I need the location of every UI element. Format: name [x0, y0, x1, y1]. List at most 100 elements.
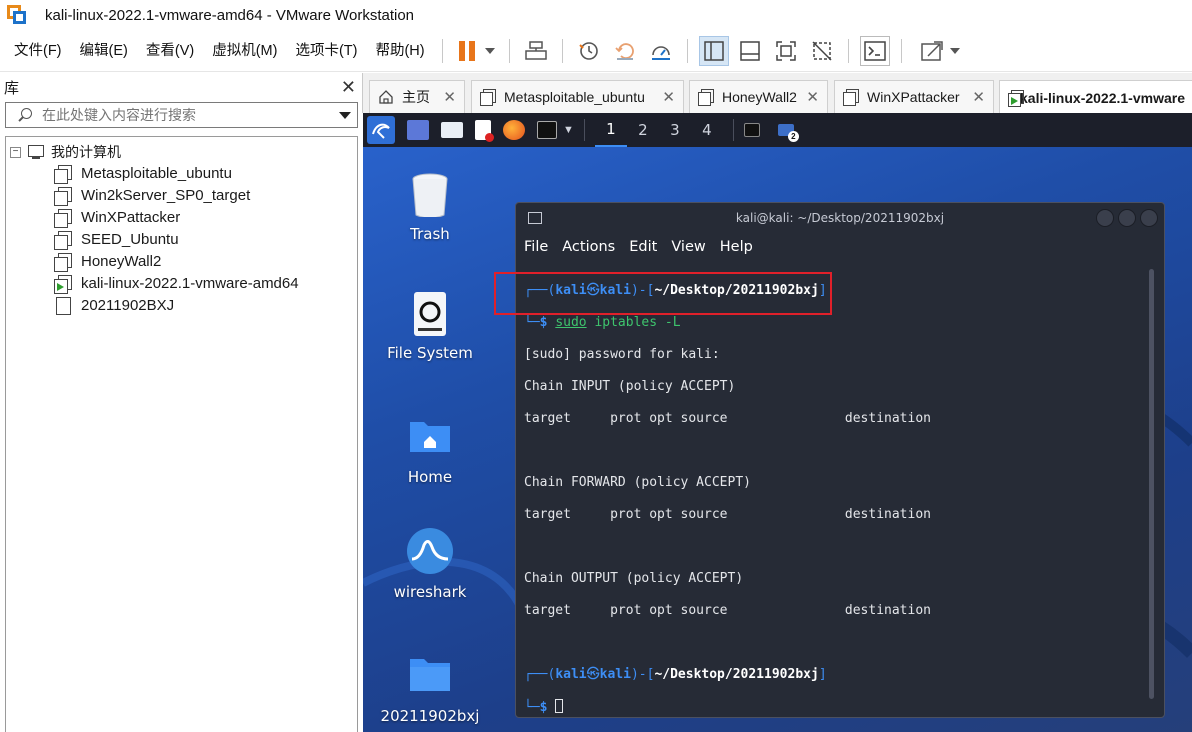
tree-item-label: Win2kServer_SP0_target — [81, 186, 251, 204]
tree-item-win2kserver[interactable]: Win2kServer_SP0_target — [54, 184, 250, 206]
panel-divider — [583, 119, 585, 141]
workspace-3[interactable]: 3 — [659, 121, 691, 139]
terminal-scrollbar[interactable] — [1149, 269, 1154, 699]
terminal-titlebar[interactable]: kali@kali: ~/Desktop/20211902bxj — [516, 203, 1164, 233]
revert-snapshot-button[interactable] — [610, 36, 640, 66]
close-icon[interactable]: ✕ — [972, 88, 985, 106]
vm-console[interactable]: ▼ 1 2 3 4 2 Trash File System Home wires… — [363, 113, 1192, 732]
unity-button[interactable] — [807, 36, 837, 66]
close-icon[interactable]: ✕ — [806, 88, 819, 106]
snapshot-button[interactable] — [574, 36, 604, 66]
chevron-down-icon[interactable]: ▼ — [563, 124, 574, 136]
thumbnail-bar-button[interactable] — [735, 36, 765, 66]
terminal-menu-file[interactable]: File — [524, 239, 548, 255]
library-search[interactable] — [5, 102, 358, 128]
toolbar-divider — [686, 38, 688, 63]
text-editor-icon[interactable] — [475, 120, 494, 142]
terminal-menu-edit[interactable]: Edit — [629, 239, 657, 255]
file-manager-icon[interactable] — [441, 122, 463, 138]
tree-item-20211902bxj[interactable]: 20211902BXJ — [54, 294, 174, 316]
folder-task-icon[interactable]: 2 — [777, 124, 799, 142]
send-ctrl-alt-del-button[interactable] — [521, 36, 551, 66]
snapshot-manager-button[interactable] — [646, 36, 676, 66]
menu-tabs[interactable]: 选项卡(T) — [286, 30, 366, 72]
desktop-icon-label: Trash — [410, 225, 450, 243]
tab-label: HoneyWall2 — [722, 89, 797, 105]
prompt-user: kali — [555, 667, 587, 682]
tab-winxpattacker[interactable]: WinXPattacker ✕ — [834, 80, 994, 113]
chevron-down-icon[interactable] — [339, 111, 351, 119]
menu-help[interactable]: 帮助(H) — [366, 30, 433, 72]
vm-icon — [54, 230, 72, 250]
library-search-input[interactable] — [42, 107, 339, 123]
tree-item-kali-linux[interactable]: kali-linux-2022.1-vmware-amd64 — [54, 272, 299, 294]
close-icon[interactable]: ✕ — [443, 88, 456, 106]
vm-icon — [54, 208, 72, 228]
tree-item-winxpattacker[interactable]: WinXPattacker — [54, 206, 180, 228]
firefox-icon[interactable] — [503, 120, 525, 140]
terminal-output[interactable]: ┌──(kali㉿kali)-[~/Desktop/20211902bxj] └… — [524, 267, 1146, 732]
stretch-icon — [920, 40, 943, 61]
terminal-icon[interactable] — [537, 121, 557, 139]
desktop-icon-label: File System — [387, 344, 473, 362]
tree-root-my-computer[interactable]: − 我的计算机 — [10, 141, 121, 163]
console-view-button[interactable] — [859, 35, 890, 66]
command-args: iptables -L — [586, 315, 681, 330]
tab-label: WinXPattacker — [867, 89, 960, 105]
stretch-guest-button[interactable] — [913, 36, 967, 66]
home-icon — [379, 90, 393, 104]
terminal-menu-view[interactable]: View — [671, 239, 705, 255]
vm-icon — [843, 89, 859, 106]
tab-home[interactable]: 主页 ✕ — [369, 80, 465, 113]
close-button[interactable] — [1140, 209, 1158, 227]
network-keyboard-icon — [524, 40, 547, 60]
vm-icon — [698, 89, 714, 106]
workspace-2[interactable]: 2 — [627, 121, 659, 139]
terminal-menu-help[interactable]: Help — [720, 239, 753, 255]
collapse-icon[interactable]: − — [10, 146, 21, 158]
workspace-1[interactable]: 1 — [594, 113, 627, 147]
terminal-window[interactable]: kali@kali: ~/Desktop/20211902bxj File Ac… — [515, 202, 1165, 718]
tree-item-honeywall2[interactable]: HoneyWall2 — [54, 250, 161, 272]
menu-file[interactable]: 文件(F) — [5, 30, 71, 72]
workspace-4[interactable]: 4 — [691, 121, 723, 139]
folder-icon — [410, 659, 450, 691]
terminal-task-icon[interactable] — [743, 123, 760, 137]
menu-vm[interactable]: 虚拟机(M) — [203, 30, 286, 72]
pause-button[interactable] — [454, 36, 498, 66]
pause-icon-bar — [468, 40, 475, 61]
maximize-button[interactable] — [1118, 209, 1136, 227]
prompt-host: kali — [599, 283, 631, 298]
tree-item-metasploitable-ubuntu[interactable]: Metasploitable_ubuntu — [54, 162, 232, 184]
xfce-panel: ▼ 1 2 3 4 2 — [363, 113, 1192, 147]
terminal-menu-actions[interactable]: Actions — [562, 239, 615, 255]
menu-view[interactable]: 查看(V) — [137, 30, 203, 72]
tab-kali-linux[interactable]: kali-linux-2022.1-vmware — [999, 80, 1192, 114]
desktop-icon-home[interactable]: Home — [375, 412, 485, 486]
minimize-button[interactable] — [1096, 209, 1114, 227]
kali-menu-icon[interactable] — [367, 116, 395, 144]
show-library-button[interactable] — [698, 35, 729, 66]
full-screen-button[interactable] — [771, 36, 801, 66]
desktop-icon-trash[interactable]: Trash — [375, 169, 485, 243]
close-icon[interactable]: ✕ — [662, 88, 675, 106]
tree-item-label: 20211902BXJ — [81, 296, 175, 314]
desktop-icon-wireshark[interactable]: wireshark — [375, 527, 485, 601]
wireshark-icon — [407, 528, 453, 574]
tab-honeywall2[interactable]: HoneyWall2 ✕ — [689, 80, 828, 113]
vm-running-icon — [54, 274, 72, 294]
show-desktop-icon[interactable] — [407, 120, 429, 140]
menu-edit[interactable]: 编辑(E) — [71, 30, 137, 72]
desktop-icon-20211902bxj[interactable]: 20211902bxj — [375, 651, 485, 725]
tab-label: Metasploitable_ubuntu — [504, 89, 645, 105]
desktop-icon-file-system[interactable]: File System — [375, 288, 485, 362]
tab-metasploitable-ubuntu[interactable]: Metasploitable_ubuntu ✕ — [471, 80, 684, 113]
output-line: target prot opt source destination — [524, 507, 931, 522]
command-sudo: sudo — [555, 315, 587, 330]
thumbnail-layout-icon — [739, 40, 760, 61]
tree-item-seed-ubuntu[interactable]: SEED_Ubuntu — [54, 228, 179, 250]
close-icon[interactable]: ✕ — [341, 77, 356, 98]
terminal-menubar: File Actions Edit View Help — [516, 233, 1164, 261]
drive-icon — [414, 292, 446, 336]
